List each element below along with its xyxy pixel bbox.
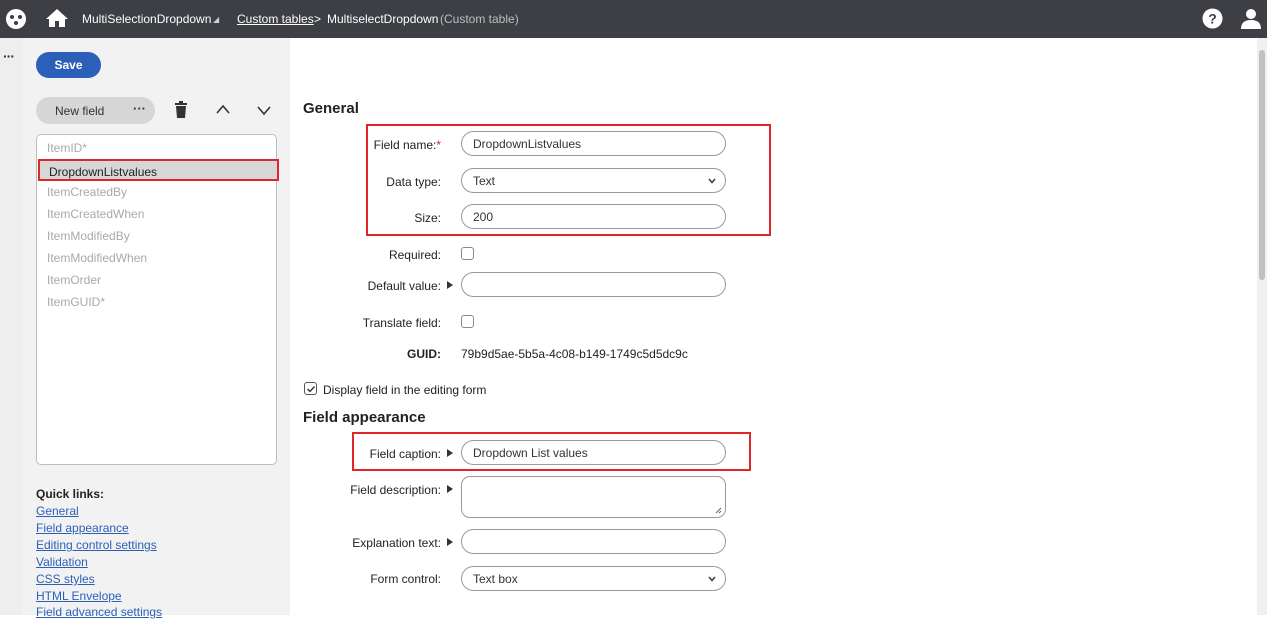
- translate-field-checkbox[interactable]: [461, 315, 474, 328]
- form-control-label: Form control:: [370, 572, 441, 586]
- display-field-label: Display field in the editing form: [323, 383, 487, 397]
- breadcrumb-current-page: MultiselectDropdown: [327, 12, 439, 26]
- required-label: Required:: [388, 248, 441, 262]
- quick-link-field-appearance[interactable]: Field appearance: [36, 521, 129, 535]
- quick-link-editing-control[interactable]: Editing control settings: [36, 538, 157, 552]
- quick-links-title: Quick links:: [36, 487, 105, 501]
- field-list-item[interactable]: ItemModifiedWhen: [47, 251, 147, 265]
- field-list-item[interactable]: ItemGUID*: [47, 295, 105, 309]
- expand-arrow-icon[interactable]: [447, 449, 453, 457]
- guid-label: GUID:: [407, 347, 441, 361]
- field-appearance-section-title: Field appearance: [303, 409, 426, 426]
- field-description-label: Field description:: [350, 483, 441, 497]
- data-type-value: Text: [473, 174, 496, 188]
- move-down-icon[interactable]: [256, 104, 272, 116]
- size-label: Size:: [414, 211, 441, 225]
- rail-menu-icon[interactable]: ···: [3, 48, 15, 64]
- field-name-label-text: Field name:: [373, 138, 437, 152]
- form-control-value: Text box: [473, 572, 518, 586]
- breadcrumb-custom-tables[interactable]: Custom tables: [237, 12, 314, 26]
- field-list-item[interactable]: ItemID*: [47, 141, 87, 155]
- home-icon[interactable]: [45, 7, 69, 29]
- field-list-item[interactable]: ItemCreatedBy: [47, 185, 127, 199]
- field-description-textarea[interactable]: [461, 476, 726, 518]
- move-up-icon[interactable]: [215, 103, 231, 115]
- help-icon[interactable]: ?: [1202, 8, 1223, 29]
- default-value-label: Default value:: [367, 279, 441, 293]
- new-field-more-icon[interactable]: ···: [133, 101, 146, 116]
- form-control-select[interactable]: Text box: [461, 566, 726, 591]
- field-list-item[interactable]: ItemOrder: [47, 273, 101, 287]
- field-list-item[interactable]: ItemModifiedBy: [47, 229, 130, 243]
- delete-icon[interactable]: [174, 101, 188, 118]
- field-list: ItemID* DropdownListvalues ItemCreatedBy…: [36, 134, 279, 465]
- data-type-select[interactable]: Text: [461, 168, 726, 193]
- explanation-text-input[interactable]: [461, 529, 726, 554]
- breadcrumb-page-type: (Custom table): [440, 12, 519, 26]
- quick-link-general[interactable]: General: [36, 504, 79, 518]
- guid-value: 79b9d5ae-5b5a-4c08-b149-1749c5d5dc9c: [461, 347, 688, 361]
- translate-field-label: Translate field:: [362, 316, 441, 330]
- quick-link-advanced-settings[interactable]: Field advanced settings: [36, 605, 162, 619]
- left-rail: ···: [0, 38, 22, 615]
- app-name-breadcrumb[interactable]: MultiSelectionDropdown: [82, 12, 211, 26]
- field-caption-label: Field caption:: [369, 447, 441, 461]
- data-type-label: Data type:: [386, 175, 441, 189]
- required-asterisk: *: [436, 138, 441, 152]
- quick-link-html-envelope[interactable]: HTML Envelope: [36, 589, 122, 603]
- app-logo-icon[interactable]: [5, 8, 27, 30]
- scrollbar-thumb[interactable]: [1259, 50, 1265, 280]
- field-list-item[interactable]: ItemCreatedWhen: [47, 207, 144, 221]
- expand-arrow-icon[interactable]: [447, 485, 453, 493]
- quick-link-css-styles[interactable]: CSS styles: [36, 572, 95, 586]
- checkmark-icon: [307, 386, 316, 393]
- page-scrollbar[interactable]: [1257, 38, 1267, 615]
- save-button[interactable]: Save: [36, 52, 101, 78]
- chevron-down-icon: [708, 178, 716, 184]
- field-name-label: Field name:*: [340, 138, 441, 152]
- chevron-down-icon: [708, 576, 716, 582]
- top-bar: MultiSelectionDropdown ◢ Custom tables >…: [0, 0, 1267, 38]
- new-field-button[interactable]: New field ···: [36, 97, 155, 124]
- svg-text:?: ?: [1208, 11, 1217, 27]
- resize-grip-icon[interactable]: [715, 507, 722, 514]
- default-value-input[interactable]: [461, 272, 726, 297]
- required-checkbox[interactable]: [461, 247, 474, 260]
- explanation-text-label: Explanation text:: [352, 536, 441, 550]
- new-field-label: New field: [55, 104, 105, 118]
- size-input[interactable]: 200: [461, 204, 726, 229]
- user-icon[interactable]: [1240, 7, 1262, 29]
- field-caption-input[interactable]: Dropdown List values: [461, 440, 726, 465]
- field-list-item-selected[interactable]: DropdownListvalues: [38, 159, 279, 181]
- expand-arrow-icon[interactable]: [447, 281, 453, 289]
- field-name-input[interactable]: DropdownListvalues: [461, 131, 726, 156]
- breadcrumb-separator: >: [314, 12, 322, 26]
- expand-arrow-icon[interactable]: [447, 538, 453, 546]
- display-field-checkbox[interactable]: [304, 382, 317, 395]
- general-section-title: General: [303, 100, 359, 117]
- quick-link-validation[interactable]: Validation: [36, 555, 88, 569]
- app-switch-caret-icon[interactable]: ◢: [213, 15, 219, 24]
